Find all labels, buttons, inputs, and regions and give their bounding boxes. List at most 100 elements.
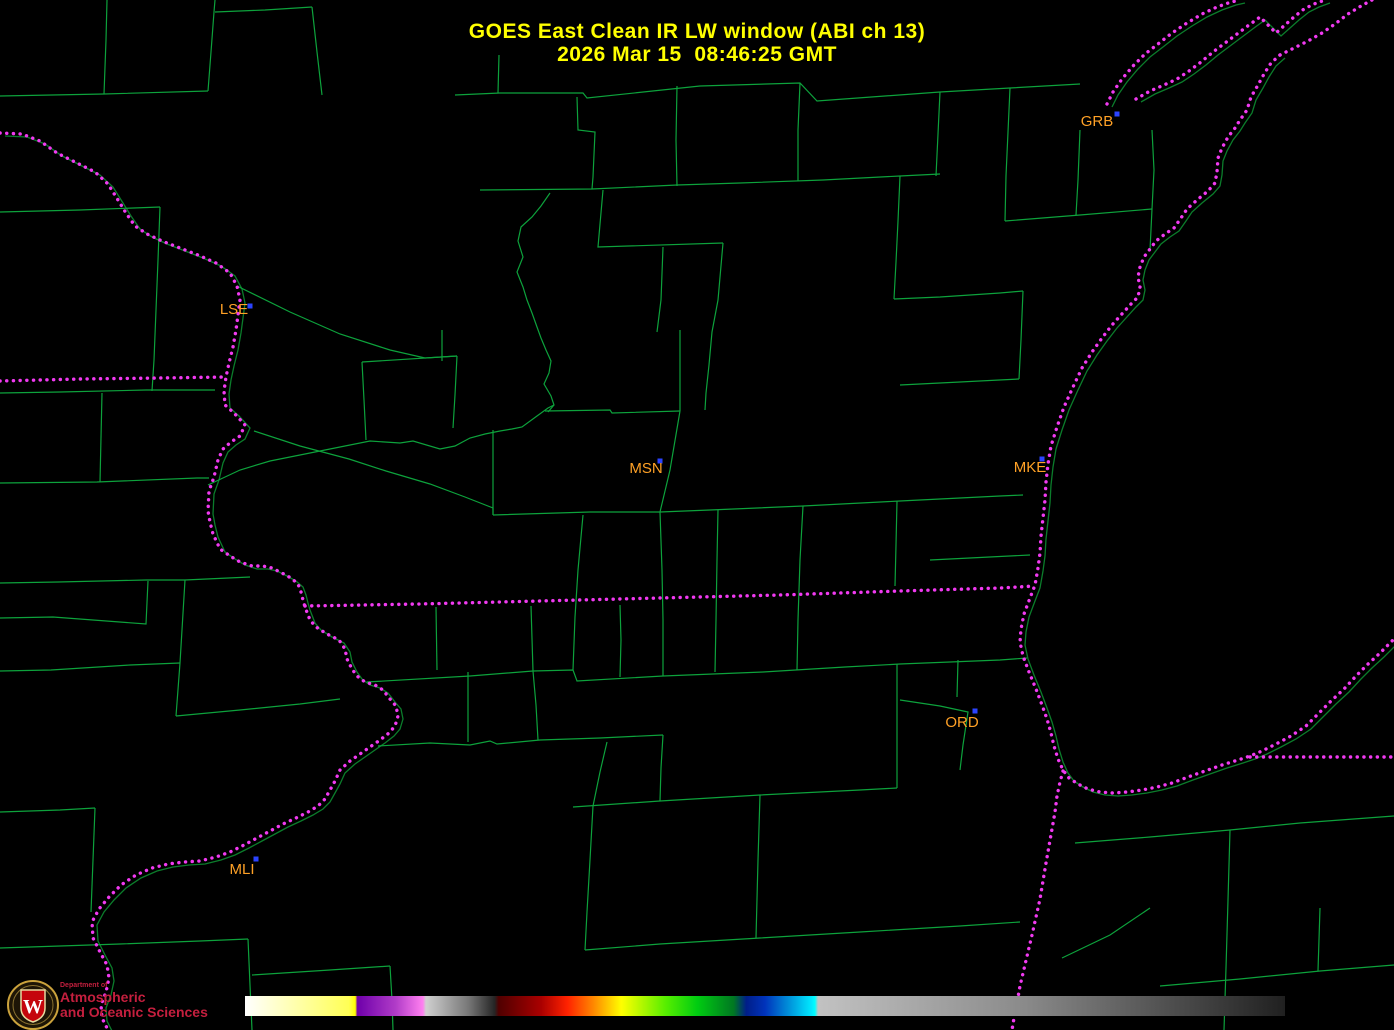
uw-crest-icon: W	[7, 980, 59, 1030]
state-border	[1010, 769, 1065, 1030]
city-label: GRB	[1081, 113, 1114, 130]
image-title: GOES East Clean IR LW window (ABI ch 13)	[468, 20, 926, 43]
logo-line-2: and Oceanic Sciences	[60, 1004, 208, 1020]
county-boundary	[99, 392, 103, 483]
county-boundary	[532, 670, 539, 741]
county-boundary	[247, 938, 253, 1030]
county-boundary	[0, 580, 149, 625]
state-border	[0, 131, 400, 1030]
county-boundary	[656, 246, 664, 333]
county-boundary	[1004, 87, 1011, 222]
city-marker-GRB: GRB	[1081, 111, 1120, 130]
county-boundary	[572, 787, 898, 808]
city-marker-MSN: MSN	[629, 458, 663, 477]
city-dot-icon	[972, 708, 978, 714]
county-boundary	[516, 192, 555, 413]
city-marker-MKE: MKE	[1014, 456, 1047, 476]
county-boundary	[361, 361, 367, 441]
logo-text-block: Department of Atmospheric and Oceanic Sc…	[60, 981, 208, 1020]
county-boundary	[479, 173, 941, 191]
city-markers-layer: LSE GRB MSN MKE ORD MLI	[220, 111, 1120, 878]
county-boundary	[893, 175, 901, 300]
county-boundary	[899, 378, 1020, 386]
county-boundary	[1317, 907, 1321, 972]
logo-line-1: Atmospheric	[60, 989, 146, 1005]
city-marker-ORD: ORD	[945, 708, 979, 731]
county-boundary	[893, 290, 1024, 300]
county-boundary	[584, 805, 594, 951]
county-boundary	[584, 921, 1021, 951]
shoreline	[1024, 57, 1394, 797]
county-boundary	[454, 82, 1081, 102]
county-boundary	[207, 404, 555, 486]
county-boundary	[0, 389, 215, 394]
city-label: MSN	[629, 460, 662, 477]
county-boundary	[0, 477, 209, 484]
state-borders-layer	[0, 0, 1394, 1030]
state-border	[1018, 53, 1394, 795]
county-boundary	[935, 91, 941, 177]
county-boundary	[530, 605, 534, 672]
city-label: ORD	[945, 714, 979, 731]
county-boundary	[619, 604, 622, 678]
county-boundary	[0, 206, 161, 213]
county-boundary	[675, 85, 678, 187]
county-boundary	[1061, 907, 1151, 959]
county-boundaries-layer	[0, 0, 1394, 1030]
county-boundary	[659, 734, 664, 802]
city-label: MLI	[229, 861, 254, 878]
county-boundary	[361, 355, 458, 363]
county-boundary	[576, 96, 596, 190]
county-boundary	[1075, 129, 1081, 216]
county-boundary	[366, 657, 1028, 683]
city-label: LSE	[220, 301, 248, 318]
county-boundary	[894, 500, 898, 587]
county-boundary	[435, 606, 438, 671]
county-boundary	[251, 965, 391, 976]
county-boundary	[704, 242, 724, 411]
city-marker-LSE: LSE	[220, 301, 253, 318]
state-border	[0, 375, 228, 383]
county-boundary	[1018, 290, 1024, 380]
county-boundary	[796, 505, 804, 671]
county-boundary	[492, 494, 1024, 516]
county-boundary	[659, 410, 681, 513]
county-boundary	[90, 807, 96, 913]
county-boundary	[175, 698, 341, 717]
county-boundary	[714, 509, 719, 673]
county-boundary	[0, 938, 249, 949]
county-boundary	[214, 6, 313, 13]
county-boundary	[1149, 129, 1155, 251]
county-boundary	[0, 662, 181, 672]
county-boundary	[175, 579, 186, 717]
city-dot-icon	[1114, 111, 1120, 117]
temperature-colorbar	[245, 996, 1285, 1016]
county-boundary	[592, 741, 608, 807]
county-boundary	[659, 511, 664, 676]
county-boundary	[0, 576, 251, 584]
county-boundary	[899, 699, 969, 771]
county-boundary	[572, 514, 584, 671]
county-boundary	[755, 794, 761, 939]
county-boundary	[0, 807, 96, 813]
county-boundary	[544, 409, 681, 414]
county-boundary	[956, 659, 959, 698]
county-boundary	[1074, 815, 1394, 844]
shoreline-layer	[4, 2, 1394, 1030]
satellite-image-viewer: { "title": { "line1": "GOES East Clean I…	[0, 0, 1394, 1030]
city-dot-icon	[247, 303, 253, 309]
crest-letter: W	[23, 996, 43, 1018]
image-title-block: GOES East Clean IR LW window (ABI ch 13)…	[0, 20, 1394, 66]
county-boundary	[597, 189, 724, 248]
county-boundary	[377, 734, 664, 747]
image-timestamp: 2026 Mar 15 08:46:25 GMT	[557, 43, 837, 66]
county-boundary	[253, 430, 494, 515]
county-boundary	[929, 554, 1031, 561]
county-boundary	[1159, 964, 1394, 987]
city-marker-MLI: MLI	[229, 856, 259, 878]
county-boundary	[1004, 208, 1153, 222]
map-svg: LSE GRB MSN MKE ORD MLI	[0, 0, 1394, 1030]
city-label: MKE	[1014, 459, 1047, 476]
county-boundary	[151, 206, 161, 392]
state-border	[303, 584, 1037, 608]
